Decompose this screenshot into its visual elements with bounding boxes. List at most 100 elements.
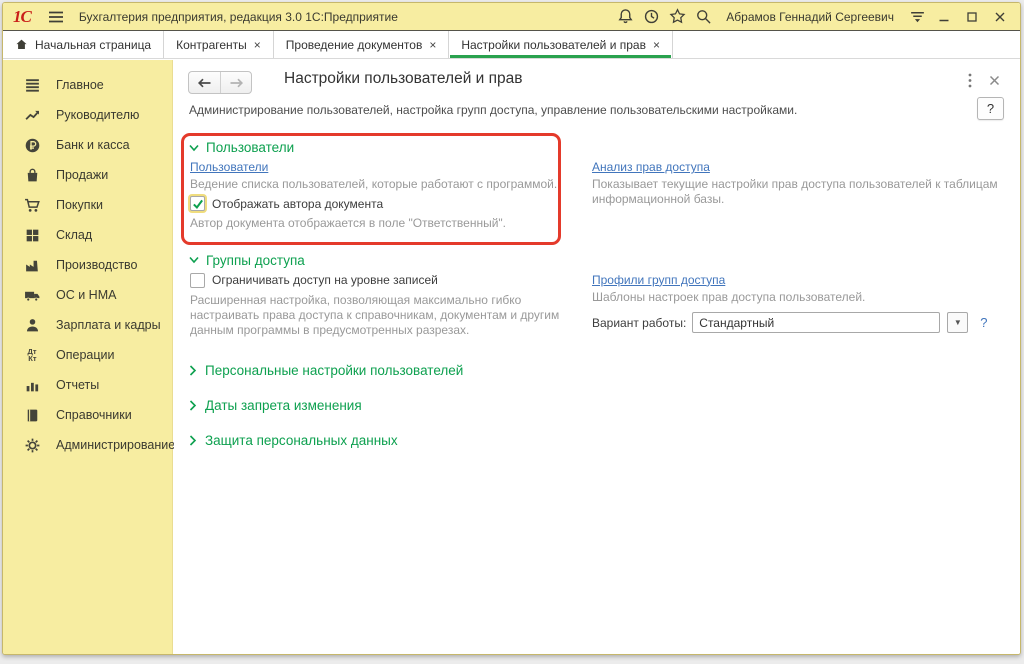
section-header-personal-data-protection[interactable]: Защита персональных данных <box>189 433 1002 448</box>
more-options-icon[interactable] <box>968 73 972 93</box>
hamburger-menu-icon[interactable] <box>43 7 69 27</box>
section-header-users[interactable]: Пользователи <box>189 140 1002 155</box>
service-settings-icon[interactable] <box>904 7 930 27</box>
sidebar-item-pokupki[interactable]: Покупки <box>3 190 172 220</box>
sidebar-item-label: Покупки <box>56 198 103 212</box>
tab-label: Контрагенты <box>176 38 247 52</box>
favorites-star-icon[interactable] <box>664 7 690 27</box>
sidebar-item-label: Администрирование <box>56 438 175 452</box>
sidebar-item-os-i-nma[interactable]: ОС и НМА <box>3 280 172 310</box>
dropdown-arrow-icon[interactable]: ▼ <box>947 312 968 333</box>
history-nav-buttons <box>188 71 252 94</box>
sidebar-item-label: Отчеты <box>56 378 99 392</box>
forward-button[interactable] <box>220 72 251 93</box>
chevron-right-icon <box>189 365 197 376</box>
history-icon[interactable] <box>638 7 664 27</box>
help-button[interactable]: ? <box>977 97 1004 120</box>
section-header-access-groups[interactable]: Группы доступа <box>189 253 1002 268</box>
tab-label: Начальная страница <box>35 38 151 52</box>
main-content: Настройки пользователей и прав Администр… <box>174 60 1020 654</box>
person-icon <box>23 316 41 334</box>
checkbox-label[interactable]: Отображать автора документа <box>212 197 383 211</box>
settings-sections: Пользователи Пользователи Ведение списка… <box>189 140 1002 448</box>
page-title: Настройки пользователей и прав <box>284 70 523 88</box>
trend-up-icon <box>23 106 41 124</box>
sidebar-item-label: ОС и НМА <box>56 288 116 302</box>
section-title: Защита персональных данных <box>205 433 398 448</box>
sidebar-item-sklad[interactable]: Склад <box>3 220 172 250</box>
checkbox-label[interactable]: Ограничивать доступ на уровне записей <box>212 273 438 287</box>
warehouse-grid-icon <box>23 226 41 244</box>
section-users: Пользователи Пользователи Ведение списка… <box>189 140 1002 236</box>
tab-home[interactable]: Начальная страница <box>3 31 164 58</box>
sidebar-item-prodazhi[interactable]: Продажи <box>3 160 172 190</box>
tab-provedenie-dokumentov[interactable]: Проведение документов × <box>274 31 450 58</box>
tab-close-icon[interactable]: × <box>254 38 261 52</box>
sidebar-item-label: Склад <box>56 228 92 242</box>
sidebar-item-label: Главное <box>56 78 104 92</box>
work-mode-help-link[interactable]: ? <box>980 315 987 330</box>
sidebar-item-spravochniki[interactable]: Справочники <box>3 400 172 430</box>
section-access-groups: Группы доступа Ограничивать доступ на ур… <box>189 253 1002 343</box>
show-document-author-checkbox-row[interactable]: Отображать автора документа <box>190 196 561 211</box>
section-header-change-prohibition-dates[interactable]: Даты запрета изменения <box>189 398 1002 413</box>
sidebar-item-label: Продажи <box>56 168 108 182</box>
close-window-button[interactable] <box>986 7 1014 27</box>
section-title: Персональные настройки пользователей <box>205 363 463 378</box>
section-title: Группы доступа <box>206 253 305 268</box>
ruble-circle-icon <box>23 136 41 154</box>
section-header-personal-settings[interactable]: Персональные настройки пользователей <box>189 363 1002 378</box>
tab-label: Проведение документов <box>286 38 423 52</box>
notifications-bell-icon[interactable] <box>612 7 638 27</box>
sidebar-item-glavnoe[interactable]: Главное <box>3 70 172 100</box>
bar-chart-icon <box>23 376 41 394</box>
users-link[interactable]: Пользователи <box>190 160 268 174</box>
close-form-icon[interactable] <box>989 73 1000 91</box>
tab-label: Настройки пользователей и прав <box>461 38 646 52</box>
chevron-down-icon <box>189 256 199 264</box>
sidebar-item-bank-i-kassa[interactable]: Банк и касса <box>3 130 172 160</box>
maximize-button[interactable] <box>958 7 986 27</box>
sidebar-item-otchety[interactable]: Отчеты <box>3 370 172 400</box>
chevron-right-icon <box>189 435 197 446</box>
access-group-profiles-link[interactable]: Профили групп доступа <box>592 273 725 287</box>
checkbox-unchecked[interactable] <box>190 273 205 288</box>
page-subtitle: Администрирование пользователей, настрой… <box>189 103 797 117</box>
checkbox-checked[interactable] <box>190 196 205 211</box>
work-mode-select[interactable]: Стандартный <box>692 312 940 333</box>
titlebar: 1С Бухгалтерия предприятия, редакция 3.0… <box>3 3 1020 31</box>
window-title: Бухгалтерия предприятия, редакция 3.0 1С… <box>79 10 398 24</box>
sidebar-item-zarplata-i-kadry[interactable]: Зарплата и кадры <box>3 310 172 340</box>
section-title: Даты запрета изменения <box>205 398 362 413</box>
1c-logo: 1С <box>13 7 31 27</box>
current-user-name[interactable]: Абрамов Геннадий Сергеевич <box>726 10 894 24</box>
back-button[interactable] <box>189 72 220 93</box>
truck-icon <box>23 286 41 304</box>
restrict-access-checkbox-row[interactable]: Ограничивать доступ на уровне записей <box>190 273 561 288</box>
tab-nastroyki-polzovateley[interactable]: Настройки пользователей и прав × <box>449 31 673 58</box>
access-rights-analysis-description: Показывает текущие настройки прав доступ… <box>592 177 1004 208</box>
tab-close-icon[interactable]: × <box>653 38 660 52</box>
sidebar-item-label: Производство <box>56 258 138 272</box>
sidebar-item-label: Банк и касса <box>56 138 130 152</box>
factory-icon <box>23 256 41 274</box>
sidebar-item-administrirovanie[interactable]: Администрирование <box>3 430 172 460</box>
sidebar-item-proizvodstvo[interactable]: Производство <box>3 250 172 280</box>
users-link-description: Ведение списка пользователей, которые ра… <box>190 177 561 192</box>
access-group-profiles-description: Шаблоны настроек прав доступа пользовате… <box>592 290 1004 305</box>
book-icon <box>23 406 41 424</box>
search-icon[interactable] <box>690 7 716 27</box>
sidebar-item-label: Операции <box>56 348 114 362</box>
sidebar-item-label: Справочники <box>56 408 132 422</box>
sidebar-item-label: Зарплата и кадры <box>56 318 161 332</box>
chevron-right-icon <box>189 400 197 411</box>
tab-kontragenty[interactable]: Контрагенты × <box>164 31 274 58</box>
tab-close-icon[interactable]: × <box>429 38 436 52</box>
access-rights-analysis-link[interactable]: Анализ прав доступа <box>592 160 710 174</box>
sidebar-item-rukovoditelyu[interactable]: Руководителю <box>3 100 172 130</box>
minimize-button[interactable] <box>930 7 958 27</box>
sidebar-item-operatsii[interactable]: ДтКт Операции <box>3 340 172 370</box>
chevron-down-icon <box>189 144 199 152</box>
shopping-cart-icon <box>23 196 41 214</box>
home-icon <box>15 38 28 51</box>
